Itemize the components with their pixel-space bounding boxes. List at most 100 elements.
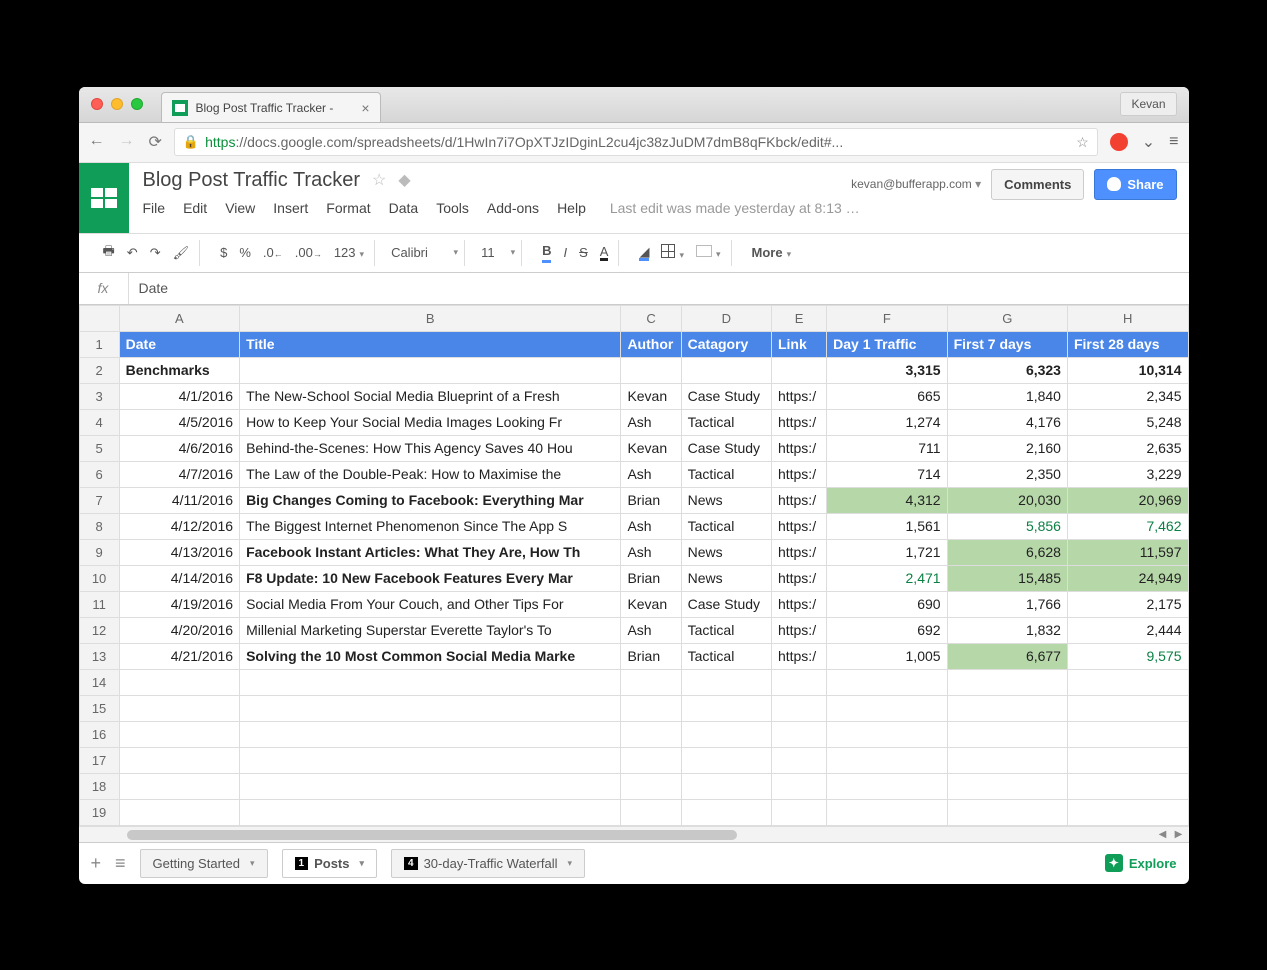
cell[interactable]: The Law of the Double-Peak: How to Maxim… bbox=[240, 461, 621, 487]
cell[interactable]: 20,030 bbox=[947, 487, 1067, 513]
cell[interactable] bbox=[621, 669, 681, 695]
explore-button[interactable]: ✦Explore bbox=[1105, 854, 1177, 872]
cell[interactable]: News bbox=[681, 539, 771, 565]
cell[interactable] bbox=[681, 721, 771, 747]
minimize-window-icon[interactable] bbox=[111, 98, 123, 110]
cell[interactable]: Ash bbox=[621, 617, 681, 643]
col-header[interactable]: B bbox=[240, 305, 621, 331]
cell[interactable] bbox=[1067, 721, 1188, 747]
paint-format-icon[interactable]: 🖌 bbox=[173, 245, 190, 261]
cell[interactable] bbox=[621, 773, 681, 799]
cell[interactable] bbox=[947, 773, 1067, 799]
cell[interactable]: The Biggest Internet Phenomenon Since Th… bbox=[240, 513, 621, 539]
cell[interactable] bbox=[827, 669, 947, 695]
more-button[interactable]: More▾ bbox=[752, 245, 792, 260]
cell[interactable] bbox=[681, 747, 771, 773]
scroll-right-icon[interactable]: ▶ bbox=[1171, 827, 1187, 843]
close-window-icon[interactable] bbox=[91, 98, 103, 110]
cell[interactable]: https:/ bbox=[771, 383, 826, 409]
cell[interactable]: Tactical bbox=[681, 643, 771, 669]
cell[interactable]: Day 1 Traffic bbox=[827, 331, 947, 357]
cell[interactable] bbox=[681, 695, 771, 721]
cell[interactable]: 4/6/2016 bbox=[119, 435, 239, 461]
cell[interactable] bbox=[947, 695, 1067, 721]
cell[interactable] bbox=[119, 721, 239, 747]
redo-icon[interactable]: ↷ bbox=[150, 245, 161, 261]
sheet-tab-posts[interactable]: 1Posts▾ bbox=[282, 849, 378, 878]
tab-close-icon[interactable]: × bbox=[361, 100, 369, 116]
cell[interactable]: Link bbox=[771, 331, 826, 357]
cell[interactable] bbox=[240, 669, 621, 695]
menu-view[interactable]: View bbox=[225, 200, 255, 216]
cell[interactable]: 10,314 bbox=[1067, 357, 1188, 383]
horizontal-scrollbar[interactable]: ◀ ▶ bbox=[79, 826, 1189, 842]
cell[interactable]: 6,677 bbox=[947, 643, 1067, 669]
cell[interactable]: 4/20/2016 bbox=[119, 617, 239, 643]
cell[interactable]: 4,176 bbox=[947, 409, 1067, 435]
sheet-tab-waterfall[interactable]: 430-day-Traffic Waterfall▾ bbox=[391, 849, 585, 878]
cell[interactable]: News bbox=[681, 565, 771, 591]
account-email[interactable]: kevan@bufferapp.com bbox=[851, 177, 981, 191]
row-header[interactable]: 13 bbox=[79, 643, 119, 669]
cell[interactable]: 3,229 bbox=[1067, 461, 1188, 487]
row-header[interactable]: 6 bbox=[79, 461, 119, 487]
cell[interactable]: 2,444 bbox=[1067, 617, 1188, 643]
cell[interactable]: Tactical bbox=[681, 409, 771, 435]
cell[interactable] bbox=[119, 669, 239, 695]
cell[interactable]: How to Keep Your Social Media Images Loo… bbox=[240, 409, 621, 435]
maximize-window-icon[interactable] bbox=[131, 98, 143, 110]
cell[interactable]: 15,485 bbox=[947, 565, 1067, 591]
cell[interactable]: Ash bbox=[621, 539, 681, 565]
cell[interactable] bbox=[681, 773, 771, 799]
cell[interactable]: 20,969 bbox=[1067, 487, 1188, 513]
scroll-left-icon[interactable]: ◀ bbox=[1155, 827, 1171, 843]
cell[interactable]: https:/ bbox=[771, 617, 826, 643]
cell[interactable] bbox=[681, 669, 771, 695]
cell[interactable] bbox=[621, 747, 681, 773]
cell[interactable]: 2,175 bbox=[1067, 591, 1188, 617]
sheets-app-icon[interactable] bbox=[79, 163, 129, 233]
decrease-decimal-button[interactable]: .0← bbox=[263, 245, 283, 260]
cell[interactable]: 4/7/2016 bbox=[119, 461, 239, 487]
cell[interactable] bbox=[681, 357, 771, 383]
cell[interactable] bbox=[240, 721, 621, 747]
row-header[interactable]: 7 bbox=[79, 487, 119, 513]
cell[interactable]: Kevan bbox=[621, 383, 681, 409]
cell[interactable]: Benchmarks bbox=[119, 357, 239, 383]
cell[interactable]: 4/21/2016 bbox=[119, 643, 239, 669]
cell[interactable]: Big Changes Coming to Facebook: Everythi… bbox=[240, 487, 621, 513]
cell[interactable]: https:/ bbox=[771, 461, 826, 487]
cell[interactable] bbox=[827, 773, 947, 799]
row-header[interactable]: 12 bbox=[79, 617, 119, 643]
cell[interactable]: Ash bbox=[621, 461, 681, 487]
col-header[interactable]: D bbox=[681, 305, 771, 331]
cell[interactable]: https:/ bbox=[771, 487, 826, 513]
cell[interactable]: Case Study bbox=[681, 591, 771, 617]
row-header[interactable]: 14 bbox=[79, 669, 119, 695]
row-header[interactable]: 15 bbox=[79, 695, 119, 721]
cell[interactable]: 9,575 bbox=[1067, 643, 1188, 669]
cell[interactable] bbox=[771, 799, 826, 825]
cell[interactable]: 1,274 bbox=[827, 409, 947, 435]
cell[interactable]: 4/13/2016 bbox=[119, 539, 239, 565]
cell[interactable]: Kevan bbox=[621, 591, 681, 617]
select-all-corner[interactable] bbox=[79, 305, 119, 331]
cell[interactable] bbox=[947, 799, 1067, 825]
cell[interactable]: 4/11/2016 bbox=[119, 487, 239, 513]
cell[interactable] bbox=[947, 747, 1067, 773]
cell[interactable] bbox=[1067, 773, 1188, 799]
cell[interactable] bbox=[771, 669, 826, 695]
cell[interactable]: 11,597 bbox=[1067, 539, 1188, 565]
borders-button[interactable]: ▾ bbox=[661, 244, 684, 261]
cell[interactable]: 2,345 bbox=[1067, 383, 1188, 409]
cell[interactable] bbox=[119, 695, 239, 721]
cell[interactable]: https:/ bbox=[771, 435, 826, 461]
cell[interactable]: 2,471 bbox=[827, 565, 947, 591]
extension-icon[interactable] bbox=[1110, 133, 1128, 151]
row-header[interactable]: 2 bbox=[79, 357, 119, 383]
cell[interactable]: First 28 days bbox=[1067, 331, 1188, 357]
browser-profile-button[interactable]: Kevan bbox=[1120, 92, 1176, 116]
cell[interactable] bbox=[240, 747, 621, 773]
row-header[interactable]: 10 bbox=[79, 565, 119, 591]
cell[interactable] bbox=[119, 773, 239, 799]
